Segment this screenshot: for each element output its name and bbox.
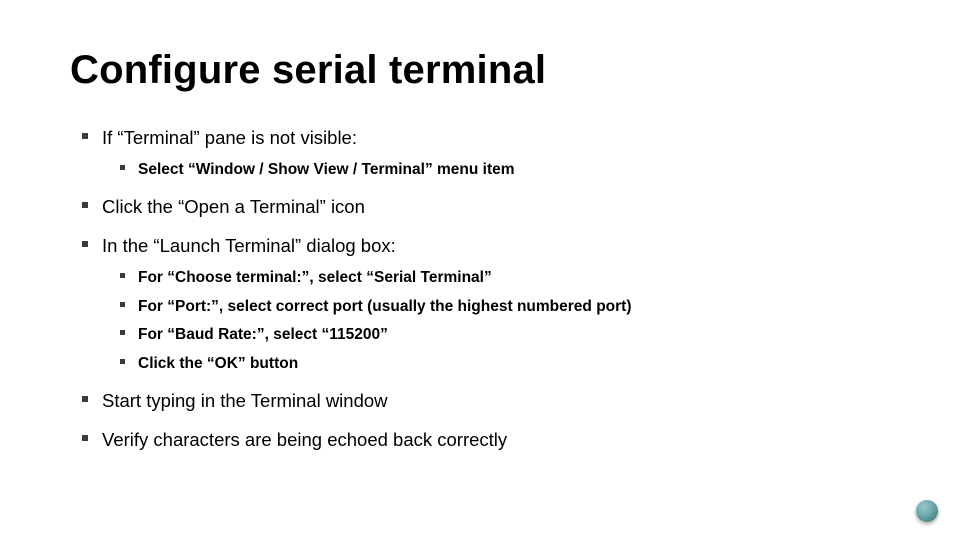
bullet-list: If “Terminal” pane is not visible: Selec… bbox=[70, 126, 890, 453]
bullet-item: Start typing in the Terminal window bbox=[82, 389, 890, 414]
sub-bullet-item: For “Port:”, select correct port (usuall… bbox=[120, 296, 890, 318]
sub-bullet-item: For “Choose terminal:”, select “Serial T… bbox=[120, 267, 890, 289]
sub-bullet-list: For “Choose terminal:”, select “Serial T… bbox=[102, 267, 890, 375]
bullet-item: Click the “Open a Terminal” icon bbox=[82, 195, 890, 220]
bullet-text: Start typing in the Terminal window bbox=[102, 390, 388, 411]
bullet-text: Click the “Open a Terminal” icon bbox=[102, 196, 365, 217]
bullet-text: In the “Launch Terminal” dialog box: bbox=[102, 235, 396, 256]
bullet-text: If “Terminal” pane is not visible: bbox=[102, 127, 357, 148]
sub-bullet-item: For “Baud Rate:”, select “115200” bbox=[120, 324, 890, 346]
slide-title: Configure serial terminal bbox=[70, 50, 890, 90]
bullet-item: Verify characters are being echoed back … bbox=[82, 428, 890, 453]
sub-bullet-item: Click the “OK” button bbox=[120, 353, 890, 375]
slide-sphere-decoration bbox=[916, 500, 938, 522]
bullet-text: Verify characters are being echoed back … bbox=[102, 429, 507, 450]
sub-bullet-item: Select “Window / Show View / Terminal” m… bbox=[120, 159, 890, 181]
bullet-item: If “Terminal” pane is not visible: Selec… bbox=[82, 126, 890, 181]
bullet-item: In the “Launch Terminal” dialog box: For… bbox=[82, 234, 890, 375]
sub-bullet-list: Select “Window / Show View / Terminal” m… bbox=[102, 159, 890, 181]
